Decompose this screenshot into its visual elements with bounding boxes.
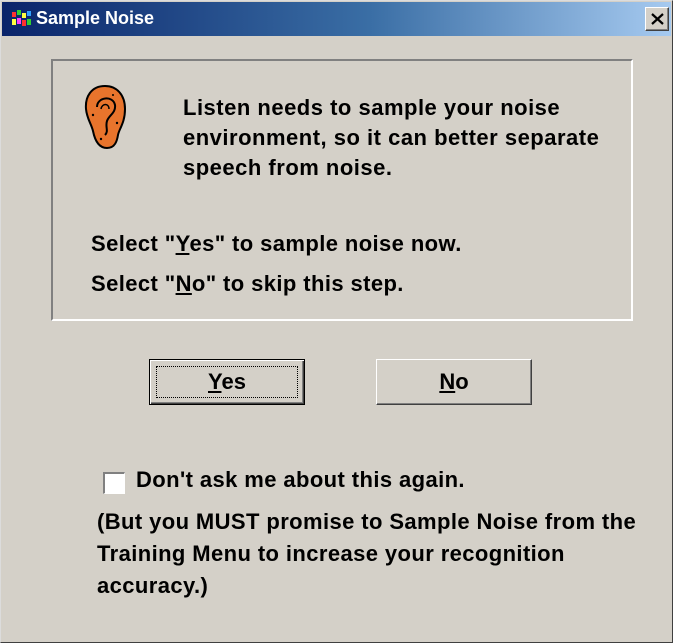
sample-noise-note: (But you MUST promise to Sample Noise fr… — [97, 509, 637, 598]
select-no-instruction: Select "No" to skip this step. — [91, 271, 404, 296]
dont-ask-label[interactable]: Don't ask me about this again. — [136, 467, 465, 493]
no-button-label: No — [439, 369, 469, 394]
no-button[interactable]: No — [376, 359, 532, 405]
select-yes-instruction: Select "Yes" to sample noise now. — [91, 231, 462, 256]
close-button[interactable] — [645, 7, 669, 31]
app-multicolor-icon — [12, 10, 31, 26]
focus-rectangle — [156, 366, 298, 398]
info-message: Listen needs to sample your noise enviro… — [183, 95, 600, 180]
sample-noise-dialog: Sample Noise Listen needs to sample your… — [0, 0, 673, 643]
info-panel: Listen needs to sample your noise enviro… — [51, 59, 633, 321]
yes-button[interactable]: Yes — [149, 359, 305, 405]
ear-icon — [84, 84, 127, 150]
window-title: Sample Noise — [36, 8, 155, 28]
title-bar[interactable]: Sample Noise — [2, 2, 671, 36]
dont-ask-checkbox[interactable] — [103, 472, 125, 494]
close-icon — [651, 13, 664, 25]
